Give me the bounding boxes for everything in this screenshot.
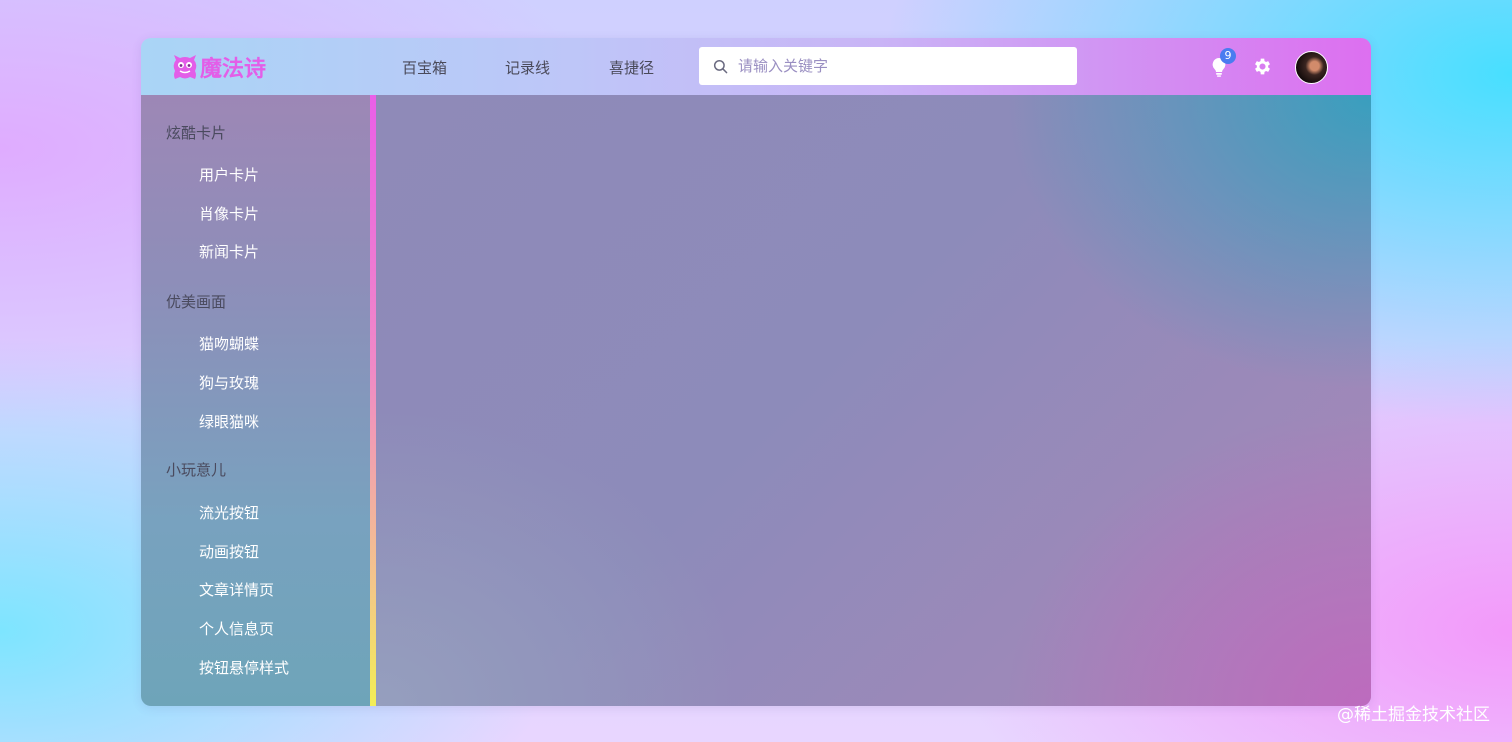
settings-button[interactable]: [1252, 56, 1273, 77]
sidebar-item-animated-button[interactable]: 动画按钮: [199, 541, 259, 562]
nav-item-treasure-box[interactable]: 百宝箱: [402, 57, 447, 78]
sidebar-item-news-card[interactable]: 新闻卡片: [199, 241, 259, 262]
sidebar: 炫酷卡片 用户卡片 肖像卡片 新闻卡片 优美画面 猫吻蝴蝶 狗与玫瑰 绿眼猫咪 …: [141, 95, 370, 706]
sidebar-item-dog-rose[interactable]: 狗与玫瑰: [199, 372, 259, 393]
sidebar-item-cat-butterfly[interactable]: 猫吻蝴蝶: [199, 333, 259, 354]
sidebar-item-portrait-card[interactable]: 肖像卡片: [199, 203, 259, 224]
sidebar-group-title: 小玩意儿: [166, 461, 227, 479]
sidebar-group-title: 炫酷卡片: [166, 124, 227, 142]
sidebar-group-title: 优美画面: [166, 293, 227, 311]
logo-text: 魔法诗: [200, 57, 267, 82]
notification-button[interactable]: 9: [1211, 48, 1236, 77]
sidebar-item-user-card[interactable]: 用户卡片: [199, 164, 259, 185]
sidebar-item-glow-button[interactable]: 流光按钮: [199, 502, 259, 523]
monster-icon: [173, 55, 197, 79]
search-icon: [713, 59, 728, 73]
notification-badge: 9: [1220, 48, 1236, 64]
sidebar-item-button-hover[interactable]: 按钮悬停样式: [199, 657, 289, 678]
sidebar-item-green-eye-cat[interactable]: 绿眼猫咪: [199, 411, 259, 432]
search-box: [699, 47, 1077, 85]
sidebar-item-article-detail[interactable]: 文章详情页: [199, 579, 274, 600]
logo[interactable]: 魔法诗: [171, 52, 266, 82]
gear-icon: [1255, 58, 1270, 75]
top-header: 魔法诗 百宝箱 记录线 喜捷径 9: [141, 38, 1371, 95]
avatar[interactable]: [1295, 51, 1328, 84]
sidebar-item-profile-page[interactable]: 个人信息页: [199, 618, 274, 639]
main-content: [376, 95, 1371, 706]
nav-item-shortcut[interactable]: 喜捷径: [609, 57, 654, 78]
search-input[interactable]: [736, 56, 1060, 76]
app-window: 魔法诗 百宝箱 记录线 喜捷径 9 炫酷卡片: [141, 38, 1371, 706]
watermark: @稀土掘金技术社区: [1337, 705, 1490, 725]
nav-item-record-line[interactable]: 记录线: [505, 57, 550, 78]
